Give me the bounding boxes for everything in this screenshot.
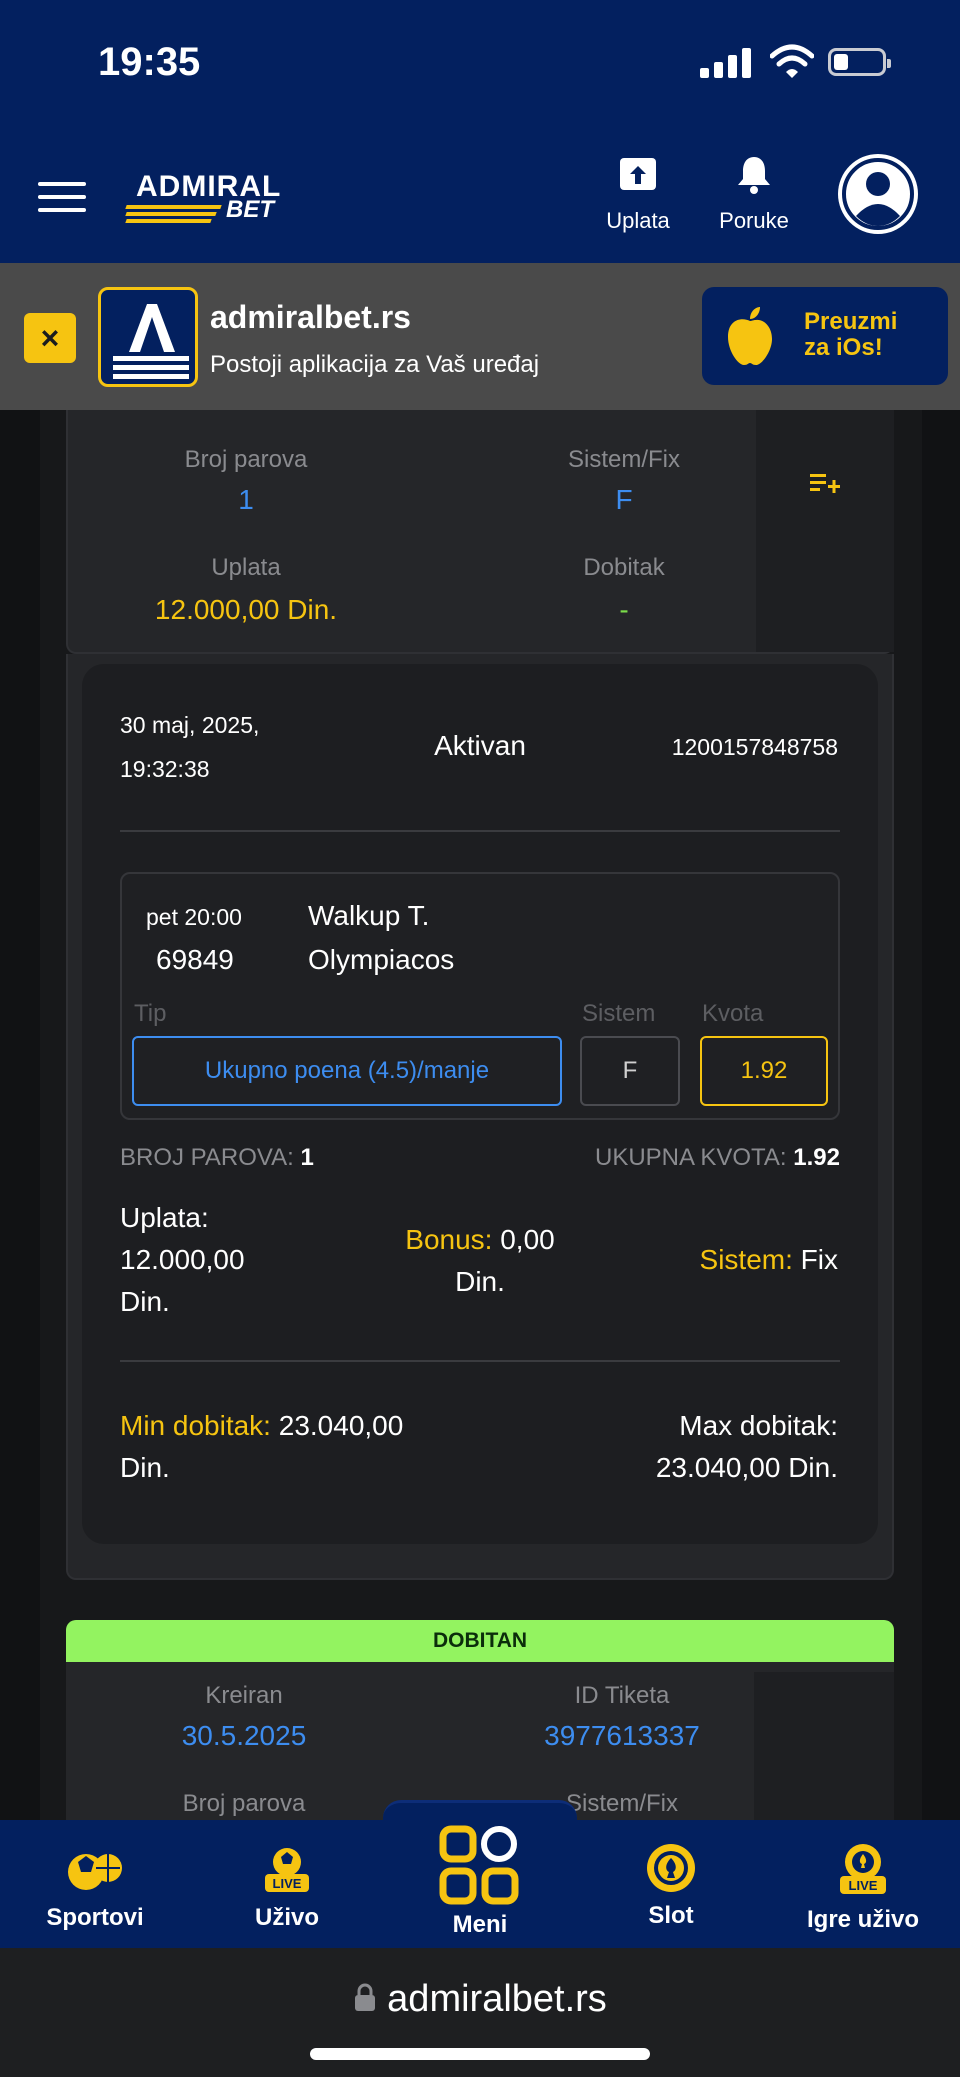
wifi-icon	[770, 44, 814, 78]
bonus-label: Bonus:	[405, 1224, 493, 1255]
ticket-date: 30 maj, 2025,	[120, 712, 260, 738]
messages-button[interactable]: Poruke	[704, 152, 804, 242]
status-time: 19:35	[98, 40, 201, 84]
download-ios-line2: za iOs!	[804, 334, 883, 361]
stake-label: Uplata	[211, 554, 281, 581]
close-banner-button[interactable]: ×	[24, 313, 76, 363]
nav-live-games-label: Igre uživo	[806, 1906, 920, 1933]
system-detail-label: Sistem:	[699, 1244, 793, 1275]
address-url-row[interactable]: admiralbet.rs	[0, 1978, 960, 2021]
bonus-row: Bonus: 0,00	[360, 1224, 600, 1256]
stake-value-detail-2: Din.	[120, 1286, 170, 1317]
max-win-value: 23.040,00 Din.	[655, 1452, 838, 1483]
match-away-team: Olympiacos	[308, 944, 455, 975]
bonus-value-1: 0,00	[500, 1224, 555, 1255]
nav-live-label: Uživo	[254, 1904, 319, 1931]
tip-value-pill[interactable]: Ukupno poena (4.5)/manje	[132, 1036, 562, 1106]
min-win-value-1: 23.040,00	[278, 1410, 404, 1441]
battery-icon	[828, 48, 891, 76]
nav-slot[interactable]: Slot	[600, 1820, 742, 1948]
stake-label-detail: Uplata:	[120, 1202, 209, 1233]
deposit-button[interactable]: Uplata	[588, 152, 688, 242]
home-indicator[interactable]	[310, 2048, 650, 2060]
download-ios-button[interactable]: Preuzmi za iOs!	[702, 287, 948, 385]
min-win-value-2: Din.	[120, 1452, 170, 1483]
nav-menu-label: Meni	[452, 1911, 508, 1938]
match-home-team: Walkup T.	[308, 900, 430, 931]
nav-live-games[interactable]: LIVE Igre uživo	[780, 1820, 946, 1948]
created-value: 30.5.2025	[181, 1720, 307, 1751]
match-code: 69849	[156, 944, 234, 975]
bell-icon	[738, 157, 770, 194]
odds-label: Kvota	[702, 1000, 764, 1027]
pairs-label: Broj parova	[184, 446, 308, 473]
ticket-summary-card: Broj parova 1 Sistem/Fix F Uplata 12.000…	[66, 410, 894, 654]
system-label: Sistem	[582, 1000, 656, 1027]
win-pairs-label: Broj parova	[182, 1790, 306, 1817]
total-odds-value: 1.92	[793, 1144, 840, 1171]
nav-sports-label: Sportovi	[46, 1904, 144, 1931]
admiral-bet-logo[interactable]: ADMIRAL BET	[125, 170, 316, 226]
odds-value-pill[interactable]: 1.92	[700, 1036, 828, 1106]
system-value-pill[interactable]: F	[580, 1036, 680, 1106]
system-detail-value: Fix	[800, 1244, 838, 1275]
slot-chip-icon	[647, 1844, 695, 1892]
lock-icon	[355, 1983, 376, 2011]
upload-box-icon	[620, 158, 656, 190]
total-pairs-value: 1	[300, 1144, 314, 1171]
system-row: Sistem: Fix	[600, 1244, 838, 1276]
ticket-time: 19:32:38	[120, 756, 210, 782]
total-odds-label: UKUPNA KVOTA:	[595, 1144, 787, 1171]
logo-text-bet: BET	[226, 196, 274, 223]
total-pairs-label: BROJ PAROVA:	[120, 1144, 294, 1171]
winning-badge: DOBITAN	[66, 1620, 894, 1662]
ticket-id-value[interactable]: 3977613337	[422, 1720, 822, 1752]
ticket-id-label: ID Tiketa	[574, 1682, 670, 1709]
nav-live[interactable]: LIVE Uživo	[212, 1820, 362, 1948]
nav-live-badge: LIVE	[272, 1876, 302, 1891]
ticket-id[interactable]: 1200157848758	[600, 734, 838, 761]
ticket-status: Aktivan	[434, 730, 526, 761]
stake-value-detail-1: 12.000,00	[120, 1244, 245, 1275]
url-text: admiralbet.rs	[387, 1978, 607, 2020]
app-description: Postoji aplikacija za Vaš uređaj	[210, 351, 540, 378]
created-label: Kreiran	[205, 1682, 283, 1709]
sports-balls-icon	[68, 1854, 122, 1890]
total-pairs: BROJ PAROVA: 1	[120, 1144, 314, 1172]
match-kickoff: pet 20:00	[146, 904, 242, 930]
pairs-value: 1	[238, 484, 254, 515]
site-header: ADMIRAL BET Uplata Poruke	[0, 130, 960, 263]
nav-sports[interactable]: Sportovi	[20, 1820, 170, 1948]
nav-live-games-badge: LIVE	[848, 1878, 878, 1893]
messages-label: Poruke	[719, 208, 789, 233]
user-avatar-icon[interactable]	[838, 154, 918, 234]
download-ios-line1: Preuzmi	[804, 308, 898, 335]
tip-label: Tip	[134, 1000, 167, 1027]
min-win-label: Min dobitak:	[120, 1410, 271, 1441]
app-download-banner: × admiralbet.rs Postoji aplikacija za Va…	[0, 263, 960, 410]
menu-hamburger-icon[interactable]	[38, 182, 86, 212]
nav-menu[interactable]: Meni	[383, 1800, 577, 1948]
signal-icon	[700, 48, 752, 78]
playlist-add-icon[interactable]	[810, 470, 840, 496]
nav-slot-label: Slot	[648, 1902, 694, 1929]
ticket-actions-column	[756, 410, 894, 652]
app-name: admiralbet.rs	[210, 299, 411, 335]
status-bar: 19:35	[0, 0, 960, 130]
total-odds: UKUPNA KVOTA: 1.92	[480, 1144, 840, 1172]
stake-value: 12.000,00 Din.	[154, 594, 338, 625]
app-logo-icon	[98, 287, 198, 387]
min-win-row: Min dobitak: 23.040,00	[120, 1410, 403, 1442]
deposit-label: Uplata	[606, 208, 670, 233]
browser-address-bar[interactable]: admiralbet.rs	[0, 1948, 960, 2077]
max-win-label: Max dobitak:	[679, 1410, 838, 1441]
bonus-value-2: Din.	[455, 1266, 505, 1297]
apple-icon	[728, 307, 772, 365]
menu-grid-icon	[439, 1825, 519, 1905]
